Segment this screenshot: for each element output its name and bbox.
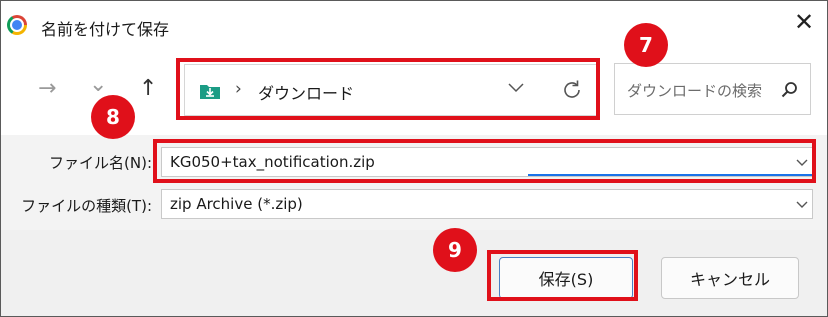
recent-dropdown-icon[interactable]: ⌄ (89, 74, 107, 96)
download-folder-icon (200, 85, 220, 99)
input-focus-underline (528, 174, 812, 176)
chevron-down-icon[interactable] (508, 82, 524, 94)
dialog-title: 名前を付けて保存 (41, 20, 170, 39)
search-placeholder: ダウンロードの検索 (627, 82, 763, 100)
file-name-value: KG050+tax_notification.zip (170, 153, 375, 171)
step-badge-8: 8 (91, 95, 135, 139)
file-name-label: ファイル名(N): (49, 154, 152, 172)
cancel-button[interactable]: キャンセル (661, 257, 799, 299)
file-type-label: ファイルの種類(T): (21, 197, 152, 215)
save-button[interactable]: 保存(S) (499, 257, 633, 299)
search-icon[interactable] (779, 80, 799, 100)
save-as-dialog: 名前を付けて保存 ✕ → ⌄ ↑ › ダウンロード ダウンロードの検索 ファイル… (0, 0, 828, 317)
address-bar[interactable]: › ダウンロード (184, 64, 598, 116)
refresh-icon[interactable] (560, 78, 584, 102)
title-bar: 名前を付けて保存 ✕ (1, 1, 827, 45)
chevron-down-icon[interactable] (796, 159, 808, 167)
up-arrow-icon[interactable]: ↑ (139, 78, 157, 100)
step-badge-7: 7 (624, 23, 668, 67)
forward-arrow-icon[interactable]: → (38, 78, 56, 100)
file-type-value: zip Archive (*.zip) (170, 195, 303, 213)
step-badge-9: 9 (433, 228, 477, 272)
chrome-logo-icon (7, 15, 27, 35)
breadcrumb-separator: › (235, 79, 242, 99)
file-type-select[interactable]: zip Archive (*.zip) (161, 189, 813, 219)
file-fields: ファイル名(N): KG050+tax_notification.zip ファイ… (1, 135, 827, 230)
file-name-input[interactable]: KG050+tax_notification.zip (161, 147, 813, 177)
button-bar: 保存(S) キャンセル (1, 230, 827, 316)
chevron-down-icon[interactable] (796, 201, 808, 209)
close-icon[interactable]: ✕ (794, 10, 814, 34)
search-field[interactable]: ダウンロードの検索 (614, 63, 811, 115)
breadcrumb-current-folder[interactable]: ダウンロード (258, 80, 354, 104)
